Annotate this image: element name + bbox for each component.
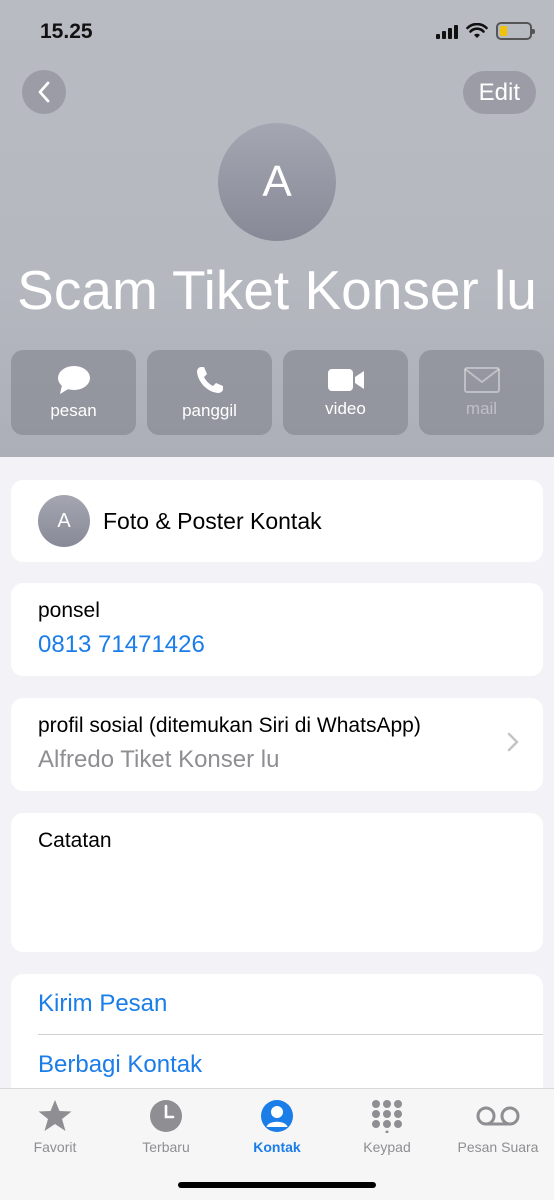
share-contact-link[interactable]: Berbagi Kontak — [11, 1035, 543, 1095]
wifi-icon — [466, 23, 488, 38]
battery-icon — [496, 22, 535, 40]
video-camera-icon — [327, 368, 364, 391]
tab-terbaru[interactable]: Terbaru — [111, 1099, 221, 1155]
avatar: A — [38, 495, 90, 547]
status-icons — [436, 22, 535, 40]
keypad-icon — [372, 1100, 402, 1133]
tab-kontak[interactable]: Kontak — [222, 1099, 332, 1155]
tab-label: Kontak — [253, 1139, 301, 1155]
message-button[interactable]: pesan — [11, 350, 136, 435]
tab-label: Favorit — [33, 1139, 77, 1155]
message-icon — [57, 365, 90, 394]
tab-pesan-suara[interactable]: Pesan Suara — [443, 1099, 553, 1155]
phone-icon — [196, 366, 223, 393]
home-indicator — [178, 1182, 376, 1188]
notes-card[interactable]: Catatan — [11, 813, 543, 952]
notes-label: Catatan — [38, 829, 112, 852]
signal-icon — [436, 23, 458, 39]
send-message-link[interactable]: Kirim Pesan — [11, 974, 543, 1034]
clock-icon — [150, 1100, 182, 1132]
phone-number[interactable]: 0813 71471426 — [38, 631, 516, 659]
tab-label: Terbaru — [142, 1139, 190, 1155]
social-profile-card[interactable]: profil sosial (ditemukan Siri di WhatsAp… — [11, 698, 543, 791]
action-links-card: Kirim Pesan Berbagi Kontak — [11, 974, 543, 1104]
edit-button[interactable]: Edit — [462, 71, 536, 114]
back-button[interactable] — [22, 70, 66, 114]
video-label: video — [325, 398, 366, 418]
mail-label: mail — [465, 398, 498, 418]
video-button[interactable]: video — [283, 350, 408, 435]
tab-label: Pesan Suara — [457, 1139, 539, 1155]
call-button[interactable]: panggil — [147, 350, 272, 435]
chevron-right-icon — [507, 732, 519, 752]
mail-button[interactable]: mail — [419, 350, 544, 435]
mail-icon — [463, 366, 500, 393]
tab-favorit[interactable]: Favorit — [0, 1099, 110, 1155]
photo-poster-label: Foto & Poster Kontak — [103, 507, 322, 534]
star-icon — [38, 1100, 72, 1131]
quick-actions: pesan panggil video mail — [11, 350, 544, 435]
social-profile-label: profil sosial (ditemukan Siri di WhatsAp… — [38, 714, 421, 737]
tab-keypad[interactable]: Keypad — [332, 1099, 442, 1155]
contact-name: Scam Tiket Konser lu — [17, 259, 537, 321]
contact-avatar[interactable]: A — [218, 123, 336, 241]
phone-card[interactable]: ponsel 0813 71471426 — [11, 583, 543, 676]
chevron-left-icon — [38, 81, 50, 103]
tab-label: Keypad — [363, 1139, 411, 1155]
message-label: pesan — [50, 400, 97, 420]
photo-poster-card[interactable]: A Foto & Poster Kontak — [11, 480, 543, 562]
call-label: panggil — [182, 400, 237, 420]
voicemail-icon — [476, 1106, 520, 1126]
person-icon — [261, 1100, 293, 1132]
status-time: 15.25 — [40, 20, 93, 43]
phone-label: ponsel — [38, 599, 100, 622]
social-profile-value: Alfredo Tiket Konser lu — [38, 746, 280, 773]
